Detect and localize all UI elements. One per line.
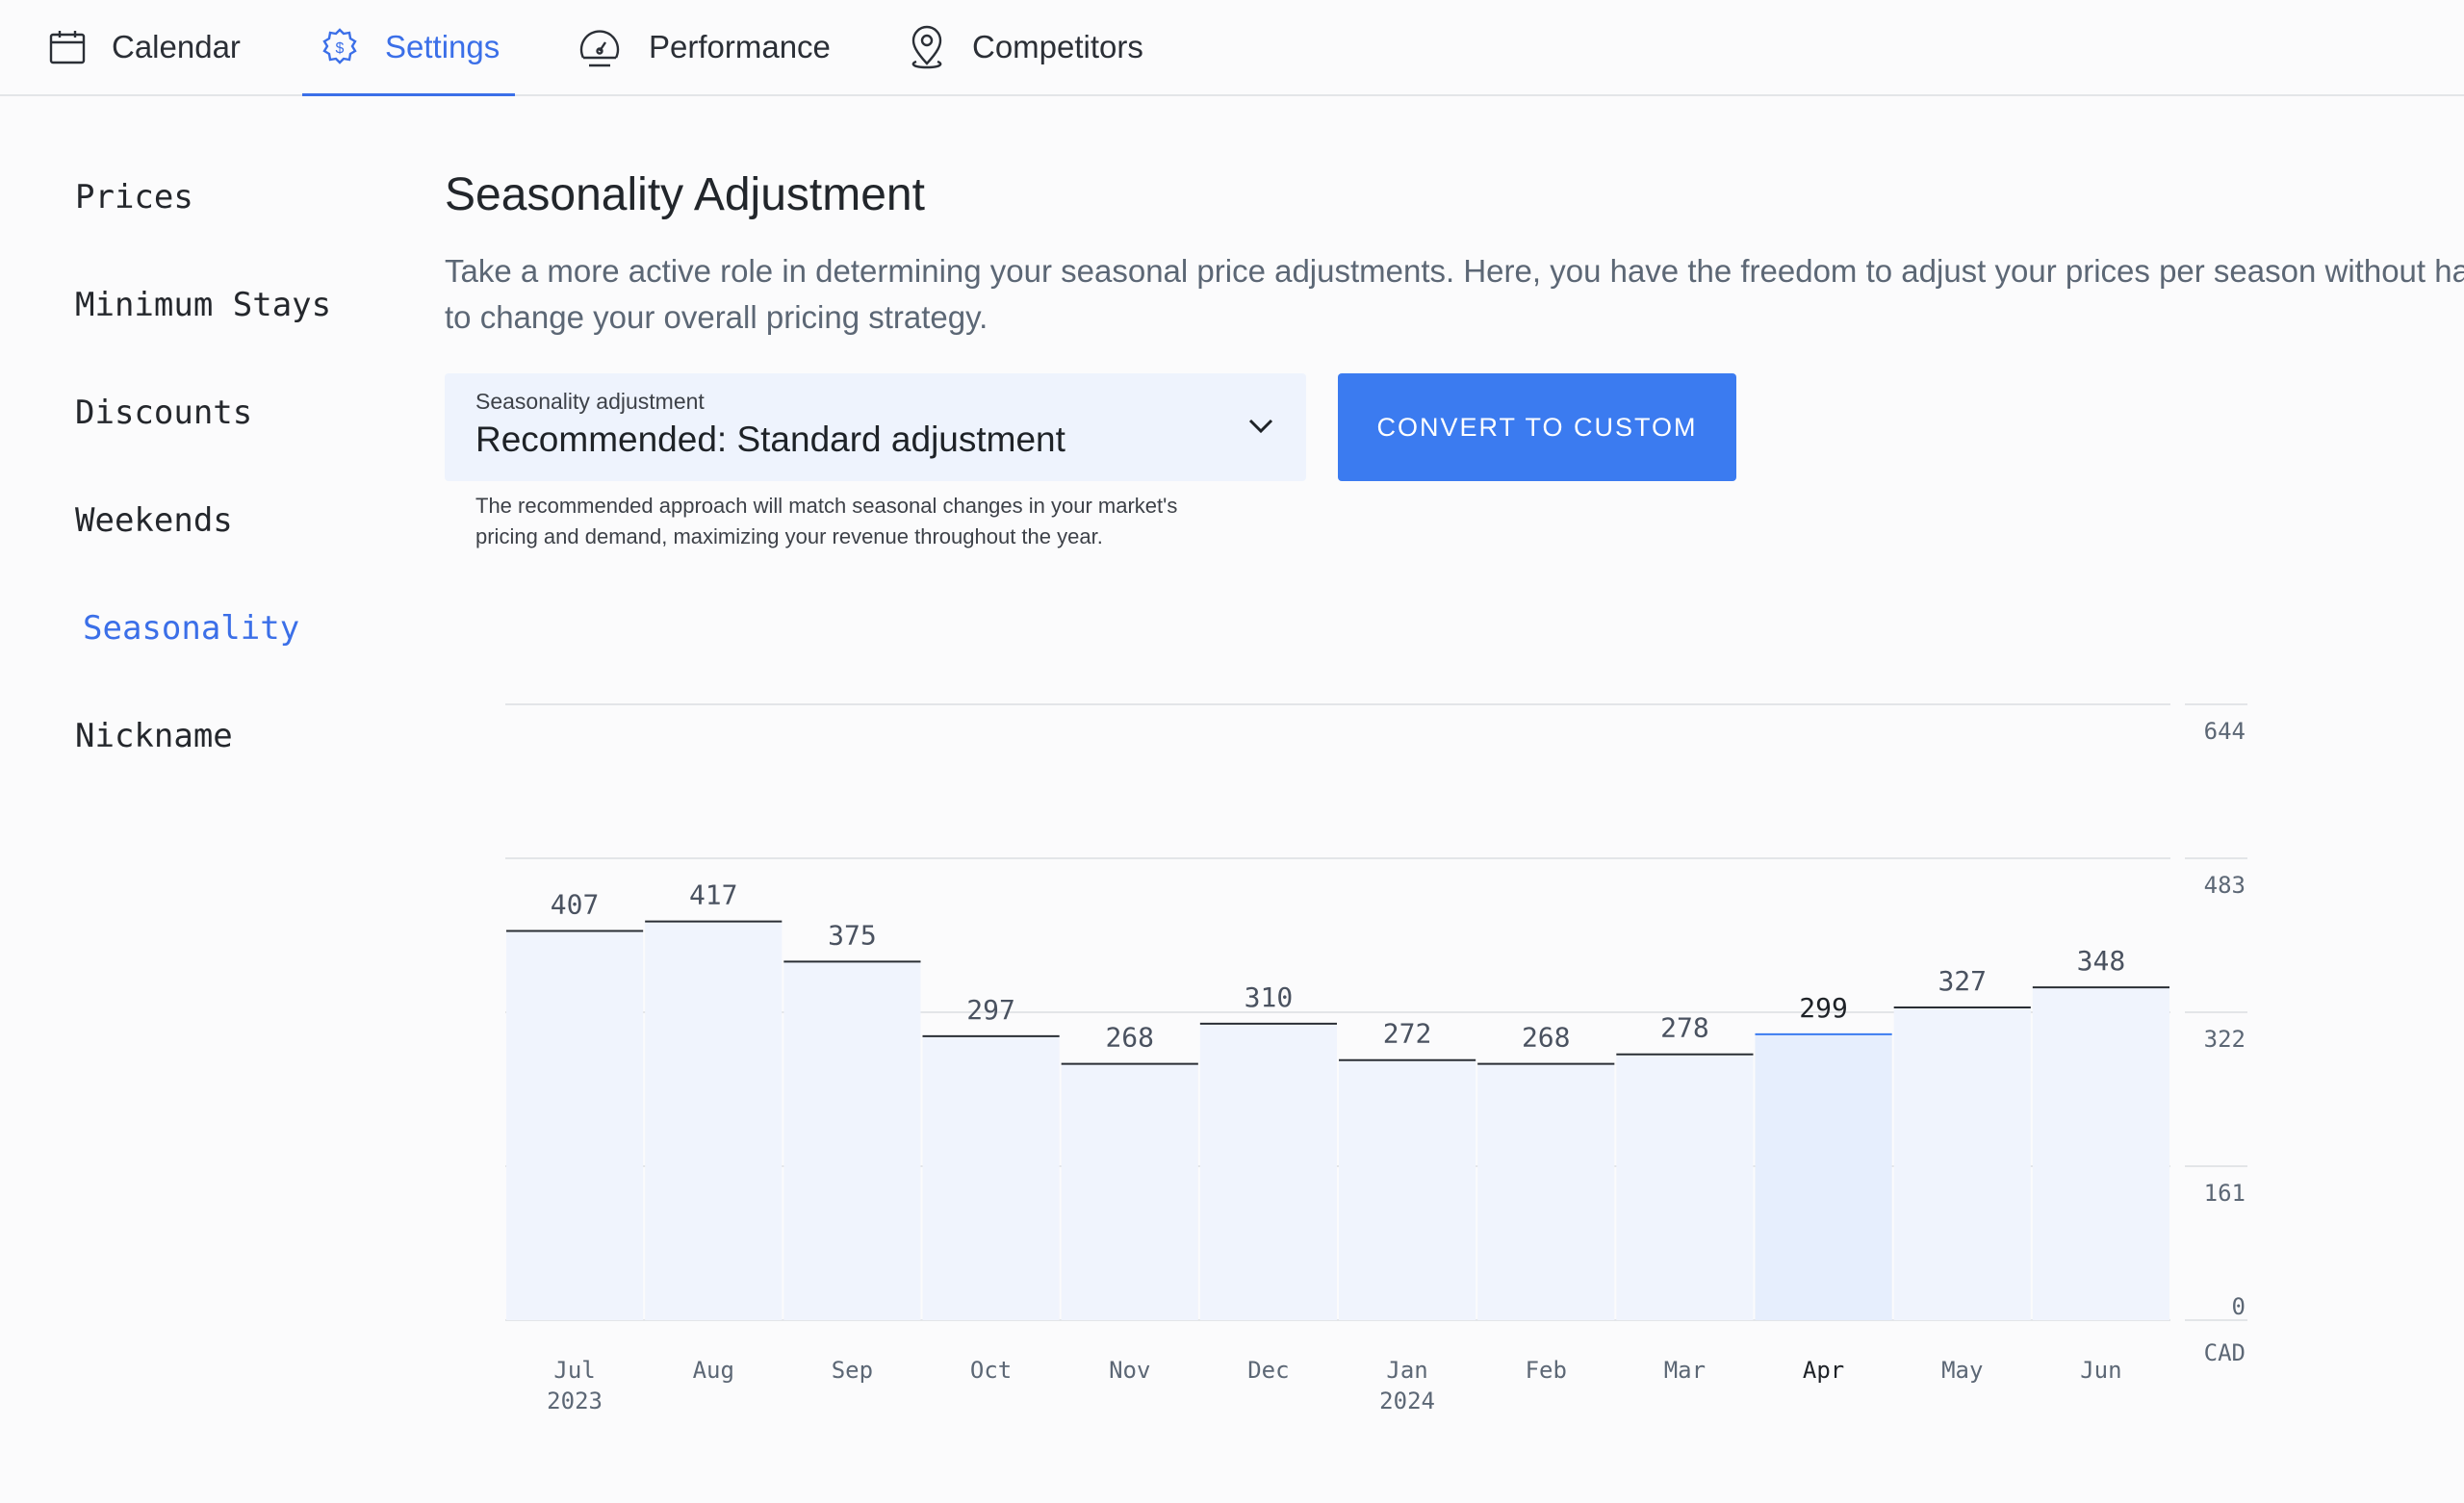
- bar-may: [1893, 1007, 2031, 1320]
- y-tick-label: 483: [2204, 872, 2246, 899]
- bar-feb: [1477, 1063, 1615, 1320]
- bar-value-label: 375: [828, 919, 877, 951]
- tab-settings[interactable]: $ Settings: [301, 0, 516, 96]
- bar-jun: [2032, 987, 2169, 1320]
- bar-value-label: 272: [1383, 1018, 1432, 1050]
- sidebar-item-weekends[interactable]: Weekends: [75, 501, 233, 540]
- bar-sep: [783, 961, 921, 1320]
- bar-value-label: 417: [689, 879, 738, 911]
- bar-value-label: 278: [1660, 1012, 1709, 1044]
- sidebar-item-prices[interactable]: Prices: [75, 178, 193, 217]
- sidebar-item-nickname[interactable]: Nickname: [75, 717, 233, 755]
- tab-competitors[interactable]: Competitors: [907, 0, 1143, 94]
- tab-settings-label: Settings: [385, 29, 500, 64]
- y-tick-label: 161: [2204, 1180, 2246, 1207]
- bar-value-label: 297: [966, 994, 1015, 1026]
- bar-jan: [1339, 1059, 1476, 1320]
- page-description: Take a more active role in determining y…: [445, 253, 2464, 335]
- map-pin-icon: [907, 25, 947, 69]
- svg-text:$: $: [336, 40, 345, 57]
- x-tick-label: Jan: [1386, 1357, 1427, 1384]
- x-tick-label: Jul: [553, 1357, 595, 1384]
- tab-calendar-label: Calendar: [112, 29, 241, 64]
- bar-apr: [1755, 1033, 1892, 1320]
- x-tick-label: Feb: [1526, 1357, 1567, 1384]
- y-tick-label: 644: [2204, 718, 2246, 745]
- bar-value-label: 407: [551, 889, 600, 921]
- sidebar-item-discounts[interactable]: Discounts: [75, 394, 252, 432]
- bar-value-label: 310: [1245, 981, 1294, 1013]
- sidebar-item-minimum-stays[interactable]: Minimum Stays: [75, 286, 331, 324]
- chevron-down-icon: [1245, 410, 1277, 447]
- x-tick-label: Dec: [1247, 1357, 1289, 1384]
- bar-value-label: 299: [1799, 992, 1848, 1024]
- bar-value-label: 268: [1522, 1022, 1571, 1054]
- tab-performance-label: Performance: [649, 29, 831, 64]
- bar-mar: [1616, 1054, 1754, 1320]
- calendar-icon: [48, 28, 87, 66]
- convert-to-custom-button[interactable]: CONVERT TO CUSTOM: [1338, 373, 1736, 481]
- y-unit-label: CAD: [2204, 1339, 2246, 1366]
- page-title: Seasonality Adjustment: [445, 169, 925, 220]
- x-tick-label: Mar: [1664, 1357, 1706, 1384]
- select-value: Recommended: Standard adjustment: [475, 420, 1065, 459]
- x-tick-label: Oct: [970, 1357, 1012, 1384]
- x-tick-year-label: 2024: [1379, 1388, 1435, 1414]
- x-tick-label: Sep: [832, 1357, 873, 1384]
- sidebar-item-seasonality[interactable]: Seasonality: [83, 609, 299, 648]
- gear-dollar-icon: $: [320, 27, 360, 67]
- select-label: Seasonality adjustment: [475, 389, 705, 414]
- tab-competitors-label: Competitors: [972, 29, 1143, 64]
- bar-value-label: 348: [2077, 945, 2126, 977]
- speedometer-icon: [576, 23, 624, 71]
- bar-value-label: 327: [1938, 965, 1987, 997]
- bar-value-label: 268: [1105, 1022, 1154, 1054]
- bar-nov: [1061, 1063, 1198, 1320]
- y-tick-label: 322: [2204, 1026, 2246, 1053]
- top-tab-bar: Calendar $ Settings Performance Competit…: [0, 0, 2464, 96]
- seasonality-chart: 407 Jul 2023 417 Aug 375 Sep 297 Oct 268 Nov 310 Dec…: [505, 703, 2247, 1414]
- seasonality-adjustment-select[interactable]: Seasonality adjustment Recommended: Stan…: [445, 373, 1306, 481]
- bar-aug: [645, 921, 783, 1320]
- bar-oct: [922, 1035, 1060, 1320]
- x-tick-label: Aug: [693, 1357, 734, 1384]
- select-helper-text: The recommended approach will match seas…: [475, 494, 1178, 548]
- x-tick-year-label: 2023: [547, 1388, 603, 1414]
- y-tick-label: 0: [2232, 1293, 2246, 1320]
- bar-jul: [506, 930, 644, 1320]
- x-tick-label: Apr: [1803, 1357, 1844, 1384]
- x-tick-label: Jun: [2080, 1357, 2121, 1384]
- tab-calendar[interactable]: Calendar: [48, 0, 241, 94]
- bar-dec: [1199, 1023, 1337, 1320]
- x-tick-label: May: [1941, 1357, 1983, 1384]
- tab-performance[interactable]: Performance: [576, 0, 831, 94]
- x-tick-label: Nov: [1109, 1357, 1150, 1384]
